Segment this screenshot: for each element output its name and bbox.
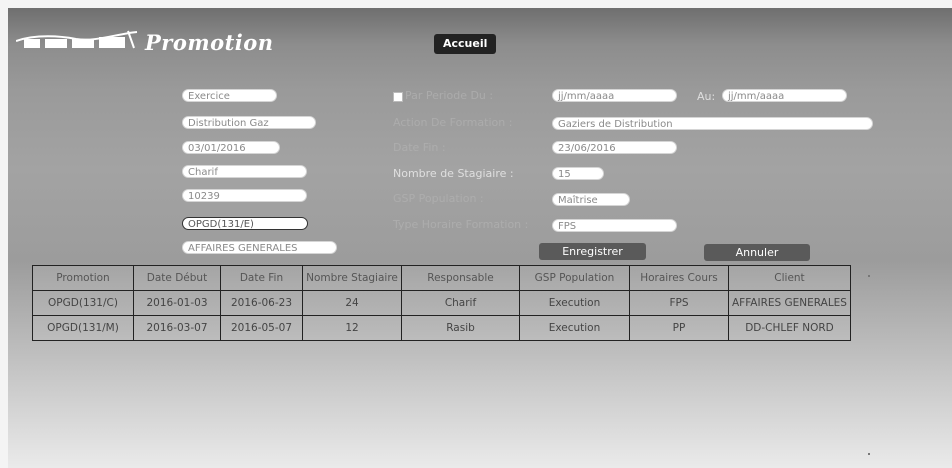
- cell-gsp-population: Execution: [519, 315, 630, 341]
- col-promotion[interactable]: Promotion: [32, 265, 134, 291]
- gsp-population-select[interactable]: Maîtrise: [552, 193, 630, 206]
- enregistrer-button[interactable]: Enregistrer: [539, 243, 646, 260]
- distribution-select[interactable]: Distribution Gaz: [182, 116, 316, 129]
- page-title: Promotion: [145, 30, 274, 55]
- cell-promotion: OPGD(131/C): [32, 290, 134, 316]
- col-responsable[interactable]: Responsable: [401, 265, 520, 291]
- par-periode-checkbox[interactable]: [393, 92, 403, 102]
- cell-date-fin: 2016-06-23: [220, 290, 303, 316]
- promotion-code-input[interactable]: OPGD(131/E): [182, 217, 308, 230]
- code-input[interactable]: 10239: [182, 189, 307, 202]
- cell-nombre-stagiaire: 24: [302, 290, 402, 316]
- scrollbar-top-marker[interactable]: [868, 275, 870, 277]
- cell-responsable: Rasib: [401, 315, 520, 341]
- cell-horaires-cours: PP: [629, 315, 729, 341]
- exercice-select[interactable]: Exercice: [182, 89, 277, 102]
- scrollbar-bottom-marker[interactable]: [868, 453, 870, 455]
- nombre-stagiaire-input[interactable]: 15: [552, 167, 604, 180]
- type-horaire-select[interactable]: FPS: [552, 219, 677, 232]
- col-date-fin[interactable]: Date Fin: [220, 265, 303, 291]
- col-gsp-population[interactable]: GSP Population: [519, 265, 630, 291]
- client-select[interactable]: AFFAIRES GENERALES: [182, 241, 337, 254]
- cell-nombre-stagiaire: 12: [302, 315, 402, 341]
- cell-client: DD-CHLEF NORD: [728, 315, 851, 341]
- action-formation-select[interactable]: Gaziers de Distribution: [552, 117, 873, 130]
- nav-accueil[interactable]: Accueil: [434, 34, 497, 54]
- label-placeholder: [12, 94, 16, 107]
- date-au-input[interactable]: jj/mm/aaaa: [722, 89, 847, 102]
- cell-promotion: OPGD(131/M): [32, 315, 134, 341]
- cell-date-debut: 2016-03-07: [133, 315, 221, 341]
- date-fin-input[interactable]: 23/06/2016: [552, 141, 677, 154]
- action-formation-label: Action De Formation :: [393, 116, 513, 129]
- cell-gsp-population: Execution: [519, 290, 630, 316]
- table-row[interactable]: OPGD(131/C) 2016-01-03 2016-06-23 24 Cha…: [32, 290, 851, 316]
- cell-responsable: Charif: [401, 290, 520, 316]
- app-window: Promotion Accueil Exercice Par Periode D…: [8, 8, 952, 468]
- date-fin-label: Date Fin :: [393, 141, 446, 154]
- table-header-row: Promotion Date Début Date Fin Nombre Sta…: [32, 265, 851, 291]
- cell-horaires-cours: FPS: [629, 290, 729, 316]
- table-row[interactable]: OPGD(131/M) 2016-03-07 2016-05-07 12 Ras…: [32, 315, 851, 341]
- gsp-population-label: GSP Population :: [393, 192, 484, 205]
- col-horaires-cours[interactable]: Horaires Cours: [629, 265, 729, 291]
- responsable-select[interactable]: Charif: [182, 165, 307, 178]
- nombre-stagiaire-label: Nombre de Stagiaire :: [393, 167, 514, 180]
- par-periode-label: Par Periode Du :: [405, 89, 494, 102]
- type-horaire-label: Type Horaire Formation :: [393, 218, 529, 231]
- cell-date-debut: 2016-01-03: [133, 290, 221, 316]
- promotions-table: Promotion Date Début Date Fin Nombre Sta…: [32, 265, 851, 341]
- company-logo: [16, 30, 138, 49]
- header-bar: Promotion Accueil: [8, 8, 952, 64]
- cell-date-fin: 2016-05-07: [220, 315, 303, 341]
- col-nombre-stagiaire[interactable]: Nombre Stagiaire: [302, 265, 402, 291]
- date-du-input[interactable]: jj/mm/aaaa: [552, 89, 677, 102]
- col-date-debut[interactable]: Date Début: [133, 265, 221, 291]
- date-debut-input[interactable]: 03/01/2016: [182, 141, 280, 154]
- annuler-button[interactable]: Annuler: [704, 244, 810, 261]
- cell-client: AFFAIRES GENERALES: [728, 290, 851, 316]
- au-label: Au:: [697, 90, 716, 103]
- col-client[interactable]: Client: [728, 265, 851, 291]
